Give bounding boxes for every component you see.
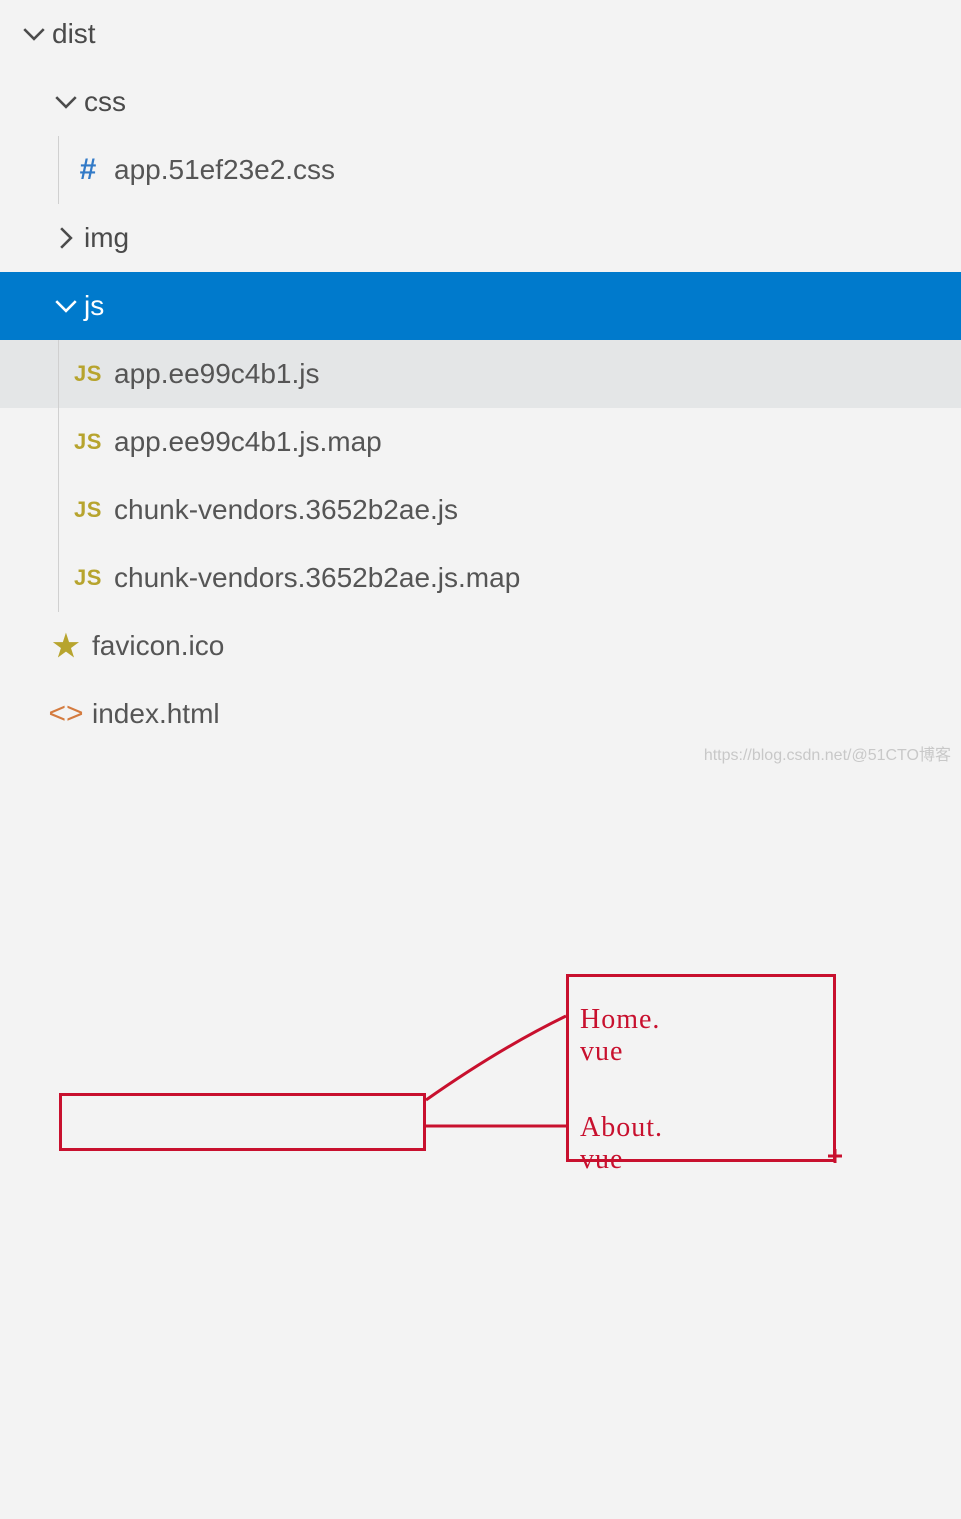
chevron-down-icon bbox=[48, 293, 84, 319]
file-label: index.html bbox=[92, 698, 220, 730]
file-label: app.ee99c4b1.js bbox=[114, 358, 320, 390]
folder-label: dist bbox=[52, 18, 96, 50]
tree-file-css[interactable]: # app.51ef23e2.css bbox=[0, 136, 961, 204]
watermark: https://blog.csdn.net/@51CTO博客 bbox=[704, 741, 951, 765]
tree-file-favicon[interactable]: ★ favicon.ico bbox=[0, 612, 961, 680]
tree-file-js-1[interactable]: JS app.ee99c4b1.js.map bbox=[0, 408, 961, 476]
indent-guide bbox=[58, 544, 59, 612]
js-file-icon: JS bbox=[70, 497, 106, 523]
indent-guide bbox=[58, 340, 59, 408]
folder-label: css bbox=[84, 86, 126, 118]
indent-guide bbox=[58, 476, 59, 544]
file-label: app.51ef23e2.css bbox=[114, 154, 335, 186]
annotation-label-about: About. vue bbox=[580, 1112, 663, 1176]
tree-file-js-2[interactable]: JS chunk-vendors.3652b2ae.js bbox=[0, 476, 961, 544]
file-tree: dist css # app.51ef23e2.css img js JS ap… bbox=[0, 0, 961, 748]
js-file-icon: JS bbox=[70, 429, 106, 455]
tree-folder-js[interactable]: js bbox=[0, 272, 961, 340]
indent-guide bbox=[58, 408, 59, 476]
tree-folder-css[interactable]: css bbox=[0, 68, 961, 136]
chevron-down-icon bbox=[16, 21, 52, 47]
tree-file-js-3[interactable]: JS chunk-vendors.3652b2ae.js.map bbox=[0, 544, 961, 612]
file-label: app.ee99c4b1.js.map bbox=[114, 426, 382, 458]
js-file-icon: JS bbox=[70, 565, 106, 591]
annotation-box-file bbox=[59, 1093, 426, 1151]
indent-guide bbox=[58, 136, 59, 204]
annotation-box-comment bbox=[566, 974, 836, 1162]
chevron-right-icon bbox=[48, 225, 84, 251]
tree-folder-dist[interactable]: dist bbox=[0, 0, 961, 68]
file-label: chunk-vendors.3652b2ae.js.map bbox=[114, 562, 520, 594]
chevron-down-icon bbox=[48, 89, 84, 115]
js-file-icon: JS bbox=[70, 361, 106, 387]
folder-label: js bbox=[84, 290, 104, 322]
file-label: favicon.ico bbox=[92, 630, 224, 662]
tree-file-js-0[interactable]: JS app.ee99c4b1.js bbox=[0, 340, 961, 408]
annotation-label-home: Home. vue bbox=[580, 1004, 660, 1068]
file-label: chunk-vendors.3652b2ae.js bbox=[114, 494, 458, 526]
favicon-icon: ★ bbox=[48, 629, 84, 664]
css-file-icon: # bbox=[70, 153, 106, 187]
tree-folder-img[interactable]: img bbox=[0, 204, 961, 272]
tree-file-index[interactable]: <> index.html bbox=[0, 680, 961, 748]
folder-label: img bbox=[84, 222, 129, 254]
annotation-lines bbox=[0, 748, 961, 1519]
html-file-icon: <> bbox=[48, 697, 84, 731]
